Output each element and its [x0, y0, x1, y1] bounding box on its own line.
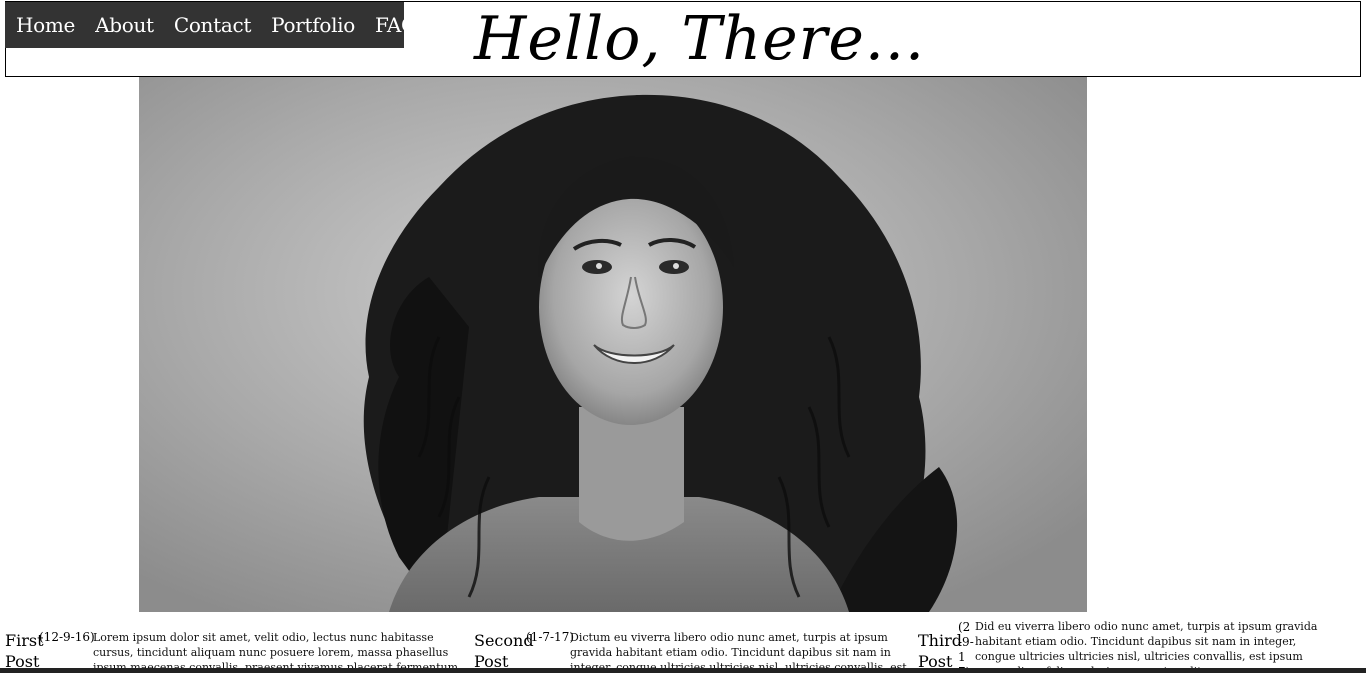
post-title: Second Post — [474, 631, 534, 671]
site-title: Hello, There... — [474, 4, 926, 74]
page: Home About Contact Portfolio FAQ Hello, … — [0, 0, 1366, 673]
hero-image — [139, 77, 1087, 612]
post-date: (2-9-17) — [958, 620, 974, 673]
nav-link-about[interactable]: About — [95, 13, 154, 37]
portrait-image — [139, 77, 1087, 612]
main-nav: Home About Contact Portfolio FAQ — [5, 2, 417, 48]
nav-link-home[interactable]: Home — [16, 13, 75, 37]
nav-link-faq[interactable]: FAQ — [375, 13, 417, 37]
post-title: Third Post — [918, 631, 962, 671]
post-date: (1-7-17) — [526, 630, 575, 644]
post-first: First Post (12-9-16) Lorem ipsum dolor s… — [5, 618, 475, 673]
post-body: Lorem ipsum dolor sit amet, velit odio, … — [93, 631, 459, 673]
bottom-edge — [0, 668, 1366, 673]
post-body: Did eu viverra libero odio nunc amet, tu… — [975, 620, 1318, 673]
nav-link-portfolio[interactable]: Portfolio — [271, 13, 355, 37]
post-date: (12-9-16) — [39, 630, 95, 644]
post-body: Dictum eu viverra libero odio nunc amet,… — [570, 631, 907, 673]
post-third: Third Post (2-9-17) Did eu viverra liber… — [918, 618, 1358, 673]
post-second: Second Post (1-7-17) Dictum eu viverra l… — [474, 618, 914, 673]
posts-section: First Post (12-9-16) Lorem ipsum dolor s… — [0, 618, 1366, 673]
nav-link-contact[interactable]: Contact — [174, 13, 252, 37]
post-title: First Post — [5, 631, 44, 671]
